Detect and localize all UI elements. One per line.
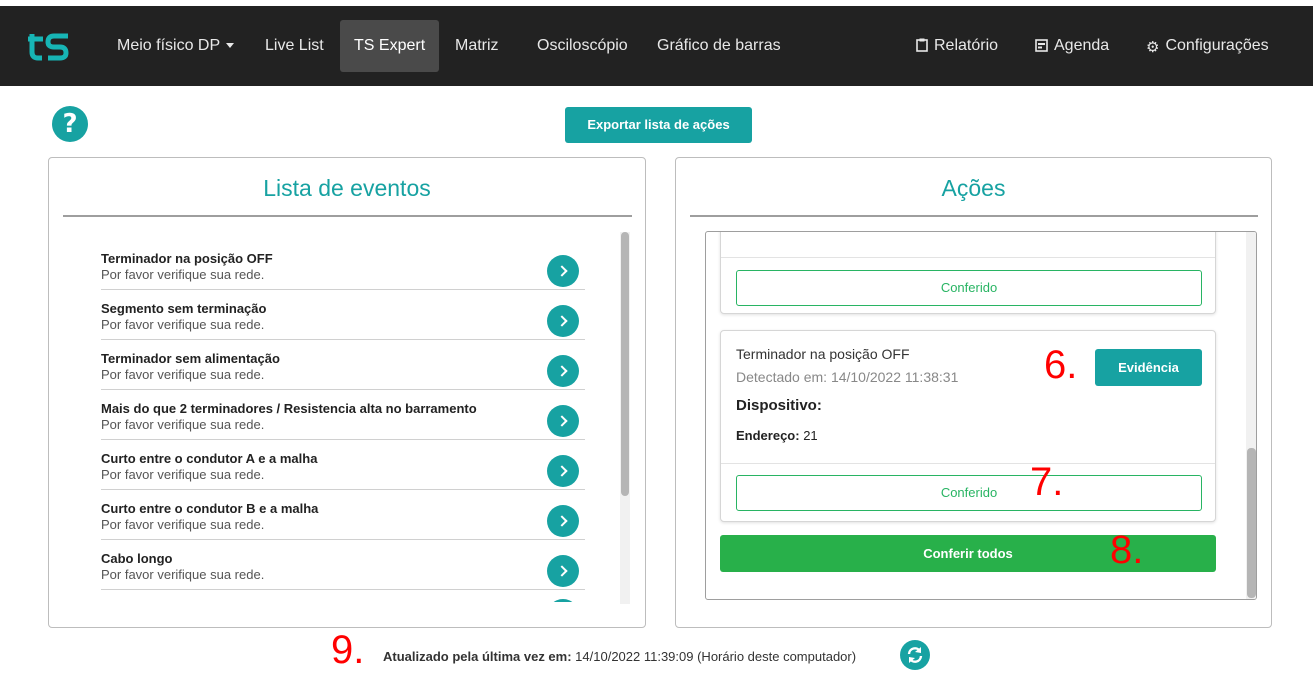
list-item: Terminador na posição OFF Por favor veri… <box>101 240 585 290</box>
nav-matriz[interactable]: Matriz <box>441 20 513 72</box>
annotation-marker-9: 9. <box>331 628 365 672</box>
gear-icon: ⚙ <box>1146 38 1160 56</box>
nav-label: TS Expert <box>354 37 426 54</box>
nav-label: Relatório <box>934 37 999 54</box>
last-updated-label: Atualizado pela última vez em: <box>383 649 572 664</box>
last-updated: Atualizado pela última vez em: 14/10/202… <box>383 649 856 664</box>
nav-label: Osciloscópio <box>537 37 628 54</box>
chevron-right-icon[interactable] <box>547 455 579 487</box>
card-divider <box>721 463 1215 464</box>
annotation-marker-7: 7. <box>1030 460 1064 504</box>
nav-label: Gráfico de barras <box>657 37 781 54</box>
event-list[interactable]: Terminador na posição OFF Por favor veri… <box>101 240 585 602</box>
device-address: Endereço: 21 <box>736 428 818 443</box>
nav-label: Agenda <box>1054 37 1110 54</box>
refresh-arrows-icon <box>907 647 923 663</box>
event-title: Terminador sem alimentação <box>101 351 280 366</box>
nav-label: Meio físico DP <box>117 37 221 54</box>
nav-live-list[interactable]: Live List <box>251 20 338 72</box>
card-divider <box>721 257 1215 258</box>
evidence-button[interactable]: Evidência <box>1095 349 1202 386</box>
help-icon[interactable]: ? <box>52 106 88 142</box>
nav-configuracoes[interactable]: ⚙ Configurações <box>1132 20 1283 72</box>
chevron-right-icon[interactable] <box>547 505 579 537</box>
ts-logo-icon[interactable] <box>28 28 72 62</box>
list-item: Curto entre o condutor A e a malha Por f… <box>101 440 585 490</box>
event-subtitle: Por favor verifique sua rede. <box>101 517 265 532</box>
event-title: Curto entre o condutor A e a malha <box>101 451 318 466</box>
navbar: Meio físico DP Live List TS Expert Matri… <box>0 6 1313 86</box>
actions-scrollbar-thumb[interactable] <box>1247 448 1256 598</box>
chevron-right-icon[interactable] <box>547 599 579 602</box>
calendar-icon <box>1035 39 1048 52</box>
clipboard-icon <box>916 38 928 52</box>
event-title: Segmento sem terminação <box>101 301 267 316</box>
event-title: Mais do que 2 terminadores / Resistencia… <box>101 401 477 416</box>
nav-label: Matriz <box>455 37 499 54</box>
events-panel-title: Lista de eventos <box>263 175 431 201</box>
event-title: Cabo longo <box>101 551 173 566</box>
last-updated-value: 14/10/2022 11:39:09 (Horário deste compu… <box>575 649 857 664</box>
export-actions-button[interactable]: Exportar lista de ações <box>565 107 752 143</box>
annotation-marker-6: 6. <box>1044 343 1078 387</box>
nav-agenda[interactable]: Agenda <box>1021 20 1123 72</box>
events-panel-divider <box>63 215 632 217</box>
list-item: Mais do que 2 terminadores / Resistencia… <box>101 390 585 440</box>
nav-meio-fisico-dp[interactable]: Meio físico DP <box>103 20 248 72</box>
action-card: Conferido <box>720 232 1216 314</box>
address-label: Endereço: <box>736 428 800 443</box>
event-subtitle: Por favor verifique sua rede. <box>101 467 265 482</box>
address-value: 21 <box>803 428 818 443</box>
confer-button[interactable]: Conferido <box>736 270 1202 306</box>
event-subtitle: Por favor verifique sua rede. <box>101 567 265 582</box>
event-subtitle: Por favor verifique sua rede. <box>101 317 265 332</box>
list-item: Segmento sem terminação Por favor verifi… <box>101 290 585 340</box>
nav-relatorio[interactable]: Relatório <box>902 20 1012 72</box>
event-subtitle: Por favor verifique sua rede. <box>101 417 265 432</box>
confer-button[interactable]: Conferido <box>736 475 1202 511</box>
event-title: Curto entre o condutor B e a malha <box>101 501 319 516</box>
actions-list[interactable]: Conferido Terminador na posição OFF Dete… <box>705 231 1257 600</box>
chevron-right-icon[interactable] <box>547 305 579 337</box>
list-item: Curto entre o condutor B e a malha Por f… <box>101 490 585 540</box>
events-scrollbar-thumb[interactable] <box>621 232 629 496</box>
nav-label: Configurações <box>1165 37 1269 54</box>
event-subtitle: Por favor verifique sua rede. <box>101 367 265 382</box>
nav-grafico-de-barras[interactable]: Gráfico de barras <box>643 20 795 72</box>
chevron-right-icon[interactable] <box>547 355 579 387</box>
chevron-right-icon[interactable] <box>547 255 579 287</box>
caret-down-icon <box>226 43 235 49</box>
nav-ts-expert[interactable]: TS Expert <box>340 20 440 72</box>
action-title: Terminador na posição OFF <box>736 346 910 362</box>
annotation-marker-8: 8. <box>1110 528 1144 572</box>
device-label: Dispositivo: <box>736 397 822 414</box>
actions-panel-divider <box>690 215 1258 217</box>
chevron-right-icon[interactable] <box>547 405 579 437</box>
list-item <box>101 590 585 602</box>
nav-label: Live List <box>265 37 324 54</box>
chevron-right-icon[interactable] <box>547 555 579 587</box>
list-item: Terminador sem alimentação Por favor ver… <box>101 340 585 390</box>
refresh-icon[interactable] <box>900 640 930 670</box>
action-card: Terminador na posição OFF Detectado em: … <box>720 330 1216 522</box>
action-detected: Detectado em: 14/10/2022 11:38:31 <box>736 369 959 385</box>
event-subtitle: Por favor verifique sua rede. <box>101 267 265 282</box>
nav-osciloscopio[interactable]: Osciloscópio <box>523 20 642 72</box>
event-title: Terminador na posição OFF <box>101 251 273 266</box>
list-item: Cabo longo Por favor verifique sua rede. <box>101 540 585 590</box>
actions-panel-title: Ações <box>941 175 1006 201</box>
